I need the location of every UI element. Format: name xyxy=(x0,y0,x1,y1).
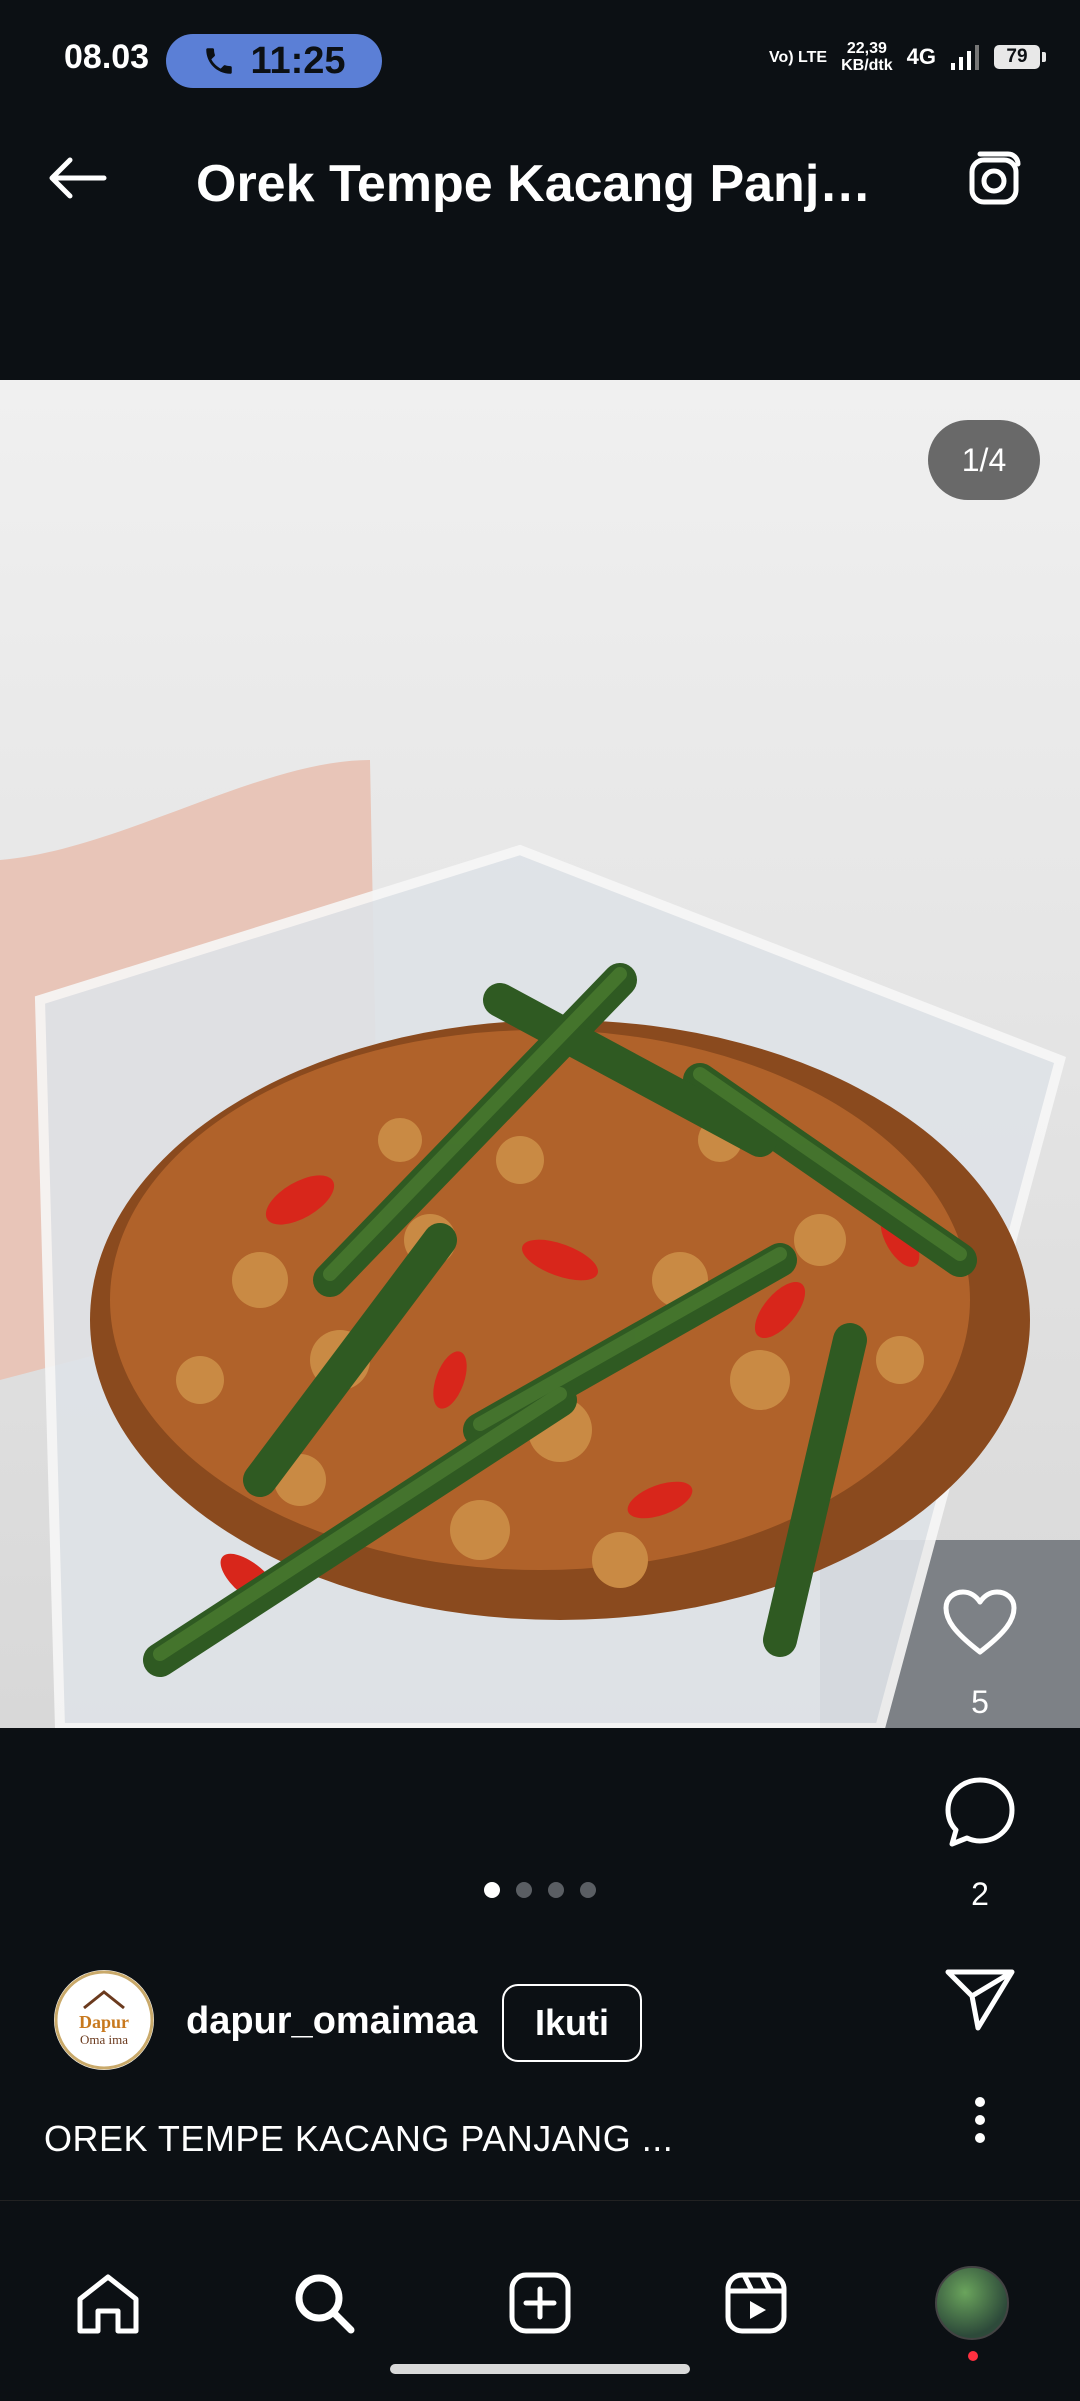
more-options-button[interactable] xyxy=(960,2090,1000,2150)
carousel-indicator xyxy=(484,1882,596,1898)
back-button[interactable] xyxy=(40,142,112,214)
svg-text:Oma ima: Oma ima xyxy=(80,2032,128,2047)
phone-icon xyxy=(206,48,233,74)
nav-home[interactable] xyxy=(68,2263,148,2343)
dapur-oma-ima-logo: Dapur Oma ima xyxy=(54,1970,154,2070)
like-count: 5 xyxy=(971,1684,989,1720)
camera-button[interactable] xyxy=(958,142,1030,214)
top-app-bar: Orek Tempe Kacang Panjang OREK TEMPE KAC… xyxy=(0,92,1080,252)
nav-profile[interactable] xyxy=(932,2263,1012,2361)
send-icon[interactable] xyxy=(944,1966,1016,2032)
network-speed-unit: KB/dtk xyxy=(841,57,893,74)
comment-action: 2 xyxy=(920,1774,1040,1913)
follow-button[interactable]: Ikuti xyxy=(502,1984,642,2062)
arrow-left-icon xyxy=(49,157,107,199)
nav-reels[interactable] xyxy=(716,2263,796,2343)
nav-search[interactable] xyxy=(284,2263,364,2343)
post-image[interactable]: 1/4 xyxy=(0,380,1080,1728)
network-speed-value: 22,39 xyxy=(846,40,887,57)
status-time: 08.03 xyxy=(64,38,150,76)
gesture-home-bar[interactable] xyxy=(390,2364,690,2374)
carousel-dot-active xyxy=(484,1882,500,1898)
image-counter: 1/4 xyxy=(928,420,1040,500)
battery-icon: 79 xyxy=(994,45,1046,69)
create-icon xyxy=(509,2272,571,2334)
food-photo xyxy=(0,380,1080,1728)
page-title: Orek Tempe Kacang Panjang OREK TEMPE KAC… xyxy=(196,155,896,213)
reels-icon xyxy=(725,2272,787,2334)
comment-count: 2 xyxy=(971,1876,989,1912)
carousel-dot xyxy=(516,1882,532,1898)
profile-avatar xyxy=(935,2266,1009,2340)
carousel-dot xyxy=(580,1882,596,1898)
ongoing-call-pill[interactable]: 11:25 xyxy=(166,34,382,88)
like-action: 5 xyxy=(920,1588,1040,1721)
share-action[interactable] xyxy=(920,1966,1040,2032)
svg-text:Dapur: Dapur xyxy=(79,2012,129,2032)
search-icon xyxy=(295,2274,355,2334)
carousel-dot xyxy=(548,1882,564,1898)
author-username[interactable]: dapur_omaimaa xyxy=(186,2000,477,2043)
status-indicators: Vo) LTE 22,39 KB/dtk 4G 79 xyxy=(769,40,1046,74)
home-icon xyxy=(77,2274,139,2334)
camera-icon xyxy=(969,151,1021,205)
network-type: 4G xyxy=(906,44,936,69)
nav-create[interactable] xyxy=(500,2263,580,2343)
more-vertical-icon xyxy=(975,2097,985,2143)
volte-indicator: Vo) LTE xyxy=(769,48,828,66)
author-avatar[interactable]: Dapur Oma ima xyxy=(54,1970,154,2070)
signal-icon xyxy=(951,45,979,70)
status-bar: 08.03 11:25 Vo) LTE 22,39 KB/dtk 4G 79 xyxy=(0,0,1080,92)
call-duration: 11:25 xyxy=(250,39,346,82)
heart-icon[interactable] xyxy=(942,1588,1018,1658)
network-speed: 22,39 KB/dtk xyxy=(841,40,893,74)
comment-icon[interactable] xyxy=(942,1774,1018,1850)
notification-dot xyxy=(968,2351,978,2361)
post-caption[interactable]: OREK TEMPE KACANG PANJANG ... xyxy=(44,2118,673,2160)
